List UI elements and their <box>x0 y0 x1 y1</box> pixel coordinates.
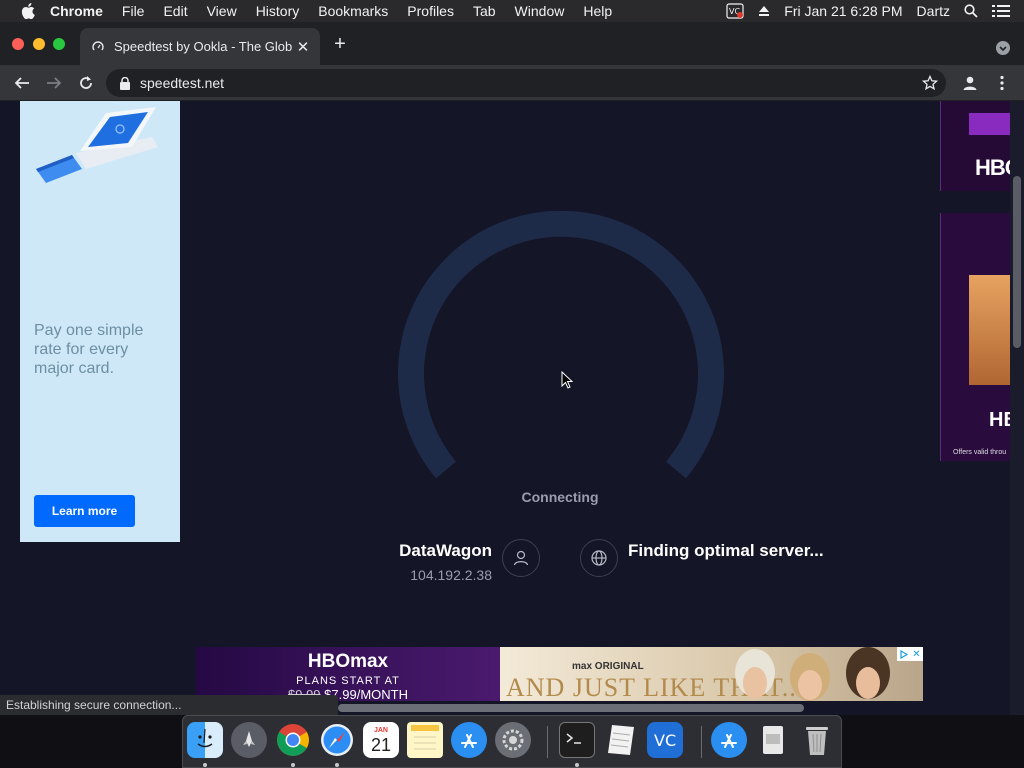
speedtest-page: Pay one simple rate for every major card… <box>0 101 1010 715</box>
menubar-clock[interactable]: Fri Jan 21 6:28 PM <box>784 3 902 19</box>
tab-close-icon[interactable]: ✕ <box>296 38 310 56</box>
menu-profiles[interactable]: Profiles <box>407 3 454 19</box>
ad-bottom-hbomax[interactable]: HBOmax PLANS START AT $9.99 $7.99/MONTH … <box>196 647 923 701</box>
vertical-scrollbar[interactable] <box>1010 101 1024 715</box>
speedtest-favicon-icon <box>92 40 104 53</box>
chrome-running-dot <box>291 763 295 767</box>
eject-icon[interactable] <box>758 5 770 17</box>
profile-avatar-icon[interactable] <box>960 73 980 93</box>
ad-left-copy: Pay one simple rate for every major card… <box>34 322 144 377</box>
url-text: speedtest.net <box>140 75 225 91</box>
menu-edit[interactable]: Edit <box>163 3 187 19</box>
dock-separator <box>547 726 548 758</box>
menu-file[interactable]: File <box>122 3 145 19</box>
connection-status: Connecting <box>521 489 599 505</box>
card-reader-illustration <box>36 107 158 183</box>
ad-right-mid-photo <box>969 275 1010 385</box>
tab-title: Speedtest by Ookla - The Glob <box>114 39 293 54</box>
apple-logo-icon[interactable] <box>20 3 36 19</box>
server-status: Finding optimal server... <box>628 541 824 560</box>
safari-running-dot <box>335 763 339 767</box>
isp-name: DataWagon <box>399 541 492 560</box>
forward-arrow-icon[interactable] <box>44 73 64 93</box>
app-store-icon[interactable] <box>451 722 487 758</box>
ad-left-square[interactable]: Pay one simple rate for every major card… <box>20 101 180 542</box>
back-arrow-icon[interactable] <box>12 73 32 93</box>
spotlight-search-icon[interactable] <box>964 4 978 18</box>
vnc-status-icon[interactable]: VC <box>726 3 744 19</box>
launchpad-icon[interactable] <box>231 722 267 758</box>
terminal-icon[interactable] <box>559 722 595 758</box>
ad-bottom-cast-photo <box>735 647 890 701</box>
address-bar[interactable]: speedtest.net <box>106 69 946 97</box>
ad-right-top-brand: HBO <box>975 155 1010 180</box>
lock-icon[interactable] <box>120 76 130 90</box>
horizontal-scrollbar-thumb[interactable] <box>338 704 804 712</box>
speed-gauge <box>398 210 724 479</box>
trash-icon[interactable] <box>799 722 835 758</box>
notes-icon[interactable] <box>407 722 443 758</box>
isp-ip: 104.192.2.38 <box>410 567 492 583</box>
learn-more-button[interactable]: Learn more <box>34 495 135 527</box>
menu-history[interactable]: History <box>256 3 300 19</box>
window-zoom-button[interactable] <box>53 38 65 50</box>
ad-bottom-right: max ORIGINAL AND JUST LIKE THAT... ✕ <box>500 647 923 701</box>
ad-bottom-plans: PLANS START AT <box>296 675 400 687</box>
ad-right-top-hbo[interactable]: HBO <box>940 101 1010 191</box>
browser-toolbar: speedtest.net <box>0 65 1024 101</box>
ad-right-top-banner <box>969 113 1010 135</box>
bookmark-star-icon[interactable] <box>920 73 940 93</box>
browser-menu-icon[interactable] <box>992 73 1012 93</box>
textedit-icon[interactable] <box>603 722 639 758</box>
documents-stack-icon[interactable] <box>755 722 791 758</box>
system-preferences-icon[interactable] <box>495 722 531 758</box>
menubar-user[interactable]: Dartz <box>917 3 950 19</box>
gauge-arc <box>398 210 724 479</box>
menu-bookmarks[interactable]: Bookmarks <box>318 3 388 19</box>
menu-help[interactable]: Help <box>583 3 612 19</box>
ad-bottom-max-original: max ORIGINAL <box>572 661 644 672</box>
globe-icon <box>580 539 618 577</box>
finder-running-dot <box>203 763 207 767</box>
browser-tab-speedtest[interactable]: Speedtest by Ookla - The Glob ✕ <box>80 28 320 65</box>
isp-info: DataWagon 104.192.2.38 <box>330 541 492 583</box>
mouse-cursor-icon <box>561 371 573 389</box>
adchoices-icon[interactable] <box>897 647 910 661</box>
window-minimize-button[interactable] <box>33 38 45 50</box>
ad-bottom-left: HBOmax PLANS START AT $9.99 $7.99/MONTH <box>196 647 500 701</box>
calendar-day: 21 <box>370 734 392 755</box>
ad-right-fine-print: Offers valid throu <box>953 449 1007 456</box>
user-icon <box>502 539 540 577</box>
new-tab-button[interactable]: + <box>332 34 348 54</box>
macos-menubar: Chrome File Edit View History Bookmarks … <box>0 0 1024 22</box>
app-store-downloads-icon[interactable] <box>711 722 747 758</box>
calendar-icon[interactable]: JAN 21 <box>363 722 399 758</box>
ad-right-mid-brand: HBO <box>989 409 1010 431</box>
safari-icon[interactable] <box>319 722 355 758</box>
macos-dock: JAN 21 VC <box>182 715 842 768</box>
window-close-button[interactable] <box>12 38 24 50</box>
menu-chrome[interactable]: Chrome <box>50 3 103 19</box>
tab-search-button[interactable] <box>996 41 1010 55</box>
status-bubble: Establishing secure connection... <box>0 695 338 715</box>
terminal-running-dot <box>575 763 579 767</box>
finder-icon[interactable] <box>187 722 223 758</box>
ad-bottom-brand: HBOmax <box>307 651 389 672</box>
control-center-icon[interactable] <box>992 4 1010 18</box>
calendar-month: JAN <box>373 726 388 734</box>
chrome-icon[interactable] <box>275 722 311 758</box>
svg-text:VC: VC <box>654 731 676 750</box>
ad-right-mid-hbo[interactable]: HBO Offers valid throu <box>940 213 1010 461</box>
menu-tab[interactable]: Tab <box>473 3 496 19</box>
reload-icon[interactable] <box>76 73 96 93</box>
vnc-viewer-icon[interactable]: VC <box>647 722 683 758</box>
dock-separator-2 <box>701 726 702 758</box>
adchoices-badge[interactable]: ✕ <box>897 647 923 661</box>
menu-view[interactable]: View <box>207 3 237 19</box>
browser-tabstrip: Speedtest by Ookla - The Glob ✕ + <box>0 22 1024 65</box>
vertical-scrollbar-thumb[interactable] <box>1013 176 1021 348</box>
ad-close-icon[interactable]: ✕ <box>910 647 923 661</box>
menu-window[interactable]: Window <box>515 3 565 19</box>
